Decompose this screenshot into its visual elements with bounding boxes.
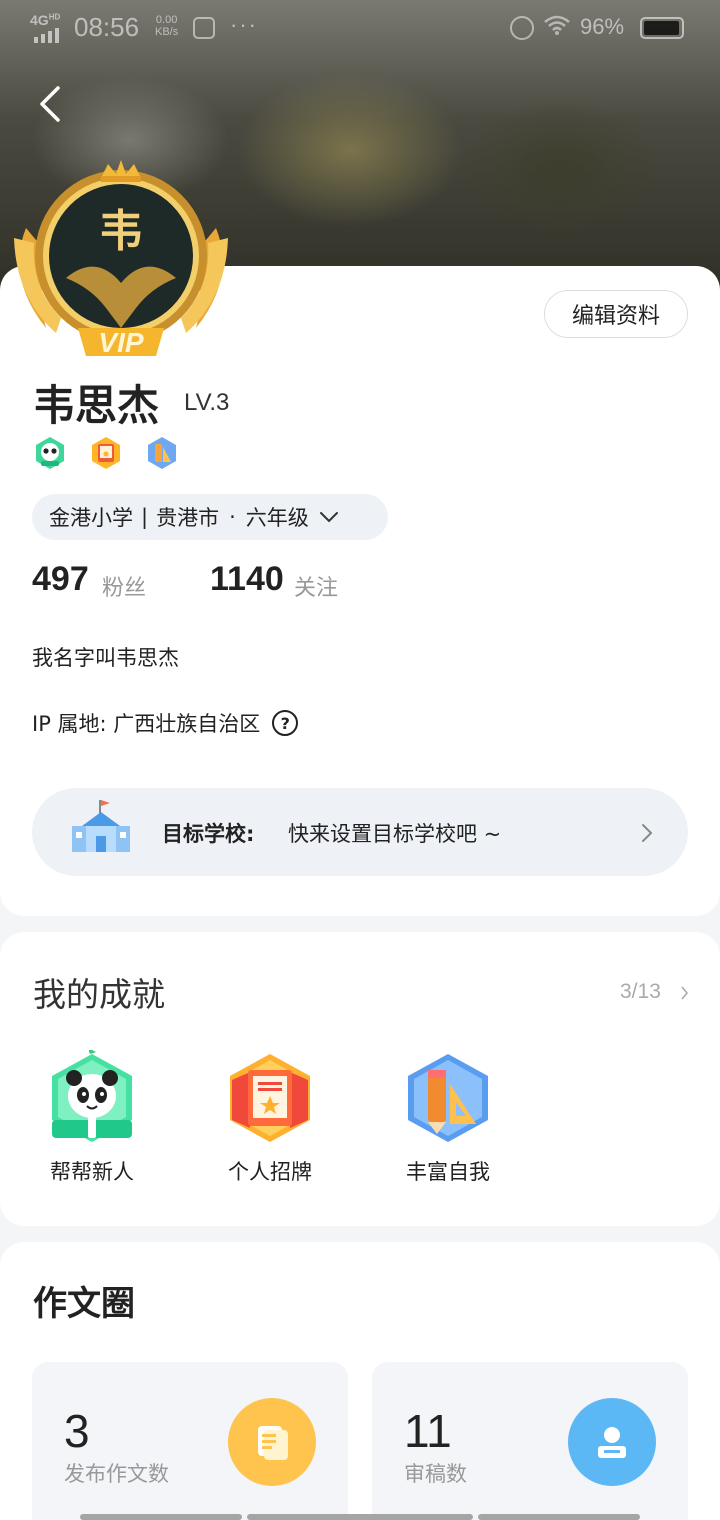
panda-badge-icon — [52, 1050, 132, 1142]
followers-count[interactable]: 497 — [32, 560, 89, 599]
wifi-icon — [544, 15, 570, 35]
ip-location-text: IP 属地: 广西壮族自治区 — [32, 712, 261, 736]
signboard-badge-icon[interactable] — [88, 435, 124, 471]
achievement-item[interactable]: 个人招牌 — [210, 1050, 330, 1186]
grade: 六年级 — [245, 506, 309, 530]
published-essays-count: 3 — [64, 1405, 90, 1457]
target-school-row[interactable]: 目标学校: 快来设置目标学校吧 ~ — [32, 788, 688, 876]
bottom-indicator — [247, 1514, 473, 1520]
target-school-label: 目标学校: — [162, 822, 255, 846]
user-bio: 我名字叫韦思杰 — [32, 646, 179, 670]
pencil-ruler-badge-icon — [408, 1054, 488, 1142]
avatar[interactable]: 韦 VIP — [6, 158, 236, 368]
reviewed-drafts-label: 审稿数 — [404, 1462, 467, 1486]
achievements-title: 我的成就 — [33, 975, 165, 1014]
following-label[interactable]: 关注 — [294, 570, 338, 602]
network-speed: 0.00 KB/s — [155, 14, 179, 38]
edit-profile-button[interactable]: 编辑资料 — [544, 290, 688, 338]
status-bar: 4GHD 08:56 0.00 KB/s ··· 96% — [0, 0, 720, 56]
school-info-selector[interactable]: 金港小学 | 贵港市 · 六年级 — [32, 494, 388, 540]
school-name: 金港小学 — [49, 506, 133, 530]
panda-badge-icon[interactable] — [32, 435, 68, 471]
achievement-item[interactable]: 丰富自我 — [388, 1050, 508, 1186]
city-name: 贵港市 — [156, 506, 220, 530]
published-essays-stat[interactable]: 3 发布作文数 — [32, 1362, 348, 1520]
achievement-label: 个人招牌 — [228, 1160, 312, 1184]
back-arrow-icon[interactable] — [30, 82, 70, 126]
chevron-down-icon — [319, 512, 338, 523]
separator: | — [141, 505, 149, 529]
user-name: 韦思杰 — [33, 381, 160, 430]
achievement-label: 帮帮新人 — [50, 1160, 134, 1184]
help-icon[interactable]: ? — [272, 710, 299, 736]
achievement-label: 丰富自我 — [406, 1160, 490, 1184]
dot-separator: · — [229, 505, 236, 529]
svg-text:VIP: VIP — [98, 327, 143, 358]
chevron-right-icon — [642, 824, 653, 842]
published-essays-label: 发布作文数 — [64, 1462, 169, 1486]
followers-label[interactable]: 粉丝 — [102, 570, 146, 602]
more-notifications-icon: ··· — [230, 12, 258, 37]
ip-location: IP 属地: 广西壮族自治区 ? — [32, 708, 299, 738]
achievement-item[interactable]: 帮帮新人 — [32, 1050, 152, 1186]
reviewer-icon — [568, 1398, 656, 1486]
battery-icon — [640, 17, 684, 39]
bottom-indicator — [80, 1514, 242, 1520]
school-building-icon — [72, 800, 130, 852]
following-count[interactable]: 1140 — [210, 560, 284, 599]
alarm-icon — [510, 16, 534, 40]
status-time: 08:56 — [74, 12, 140, 42]
chevron-right-icon[interactable] — [680, 985, 689, 1001]
signal-icon — [34, 28, 59, 43]
network-indicator: 4GHD — [30, 12, 61, 28]
pencil-ruler-badge-icon[interactable] — [144, 435, 180, 471]
user-level: LV.3 — [184, 389, 230, 416]
bottom-indicator — [478, 1514, 640, 1520]
essay-circle-title: 作文圈 — [33, 1284, 135, 1324]
achievements-count[interactable]: 3/13 — [620, 980, 661, 1004]
signboard-badge-icon — [230, 1054, 310, 1142]
reviewed-drafts-count: 11 — [404, 1405, 452, 1457]
notification-app-icon — [193, 17, 215, 39]
reviewed-drafts-stat[interactable]: 11 审稿数 — [372, 1362, 688, 1520]
svg-text:韦: 韦 — [99, 206, 143, 257]
target-school-prompt: 快来设置目标学校吧 ~ — [288, 822, 502, 846]
document-icon — [228, 1398, 316, 1486]
battery-percentage: 96% — [580, 14, 625, 39]
